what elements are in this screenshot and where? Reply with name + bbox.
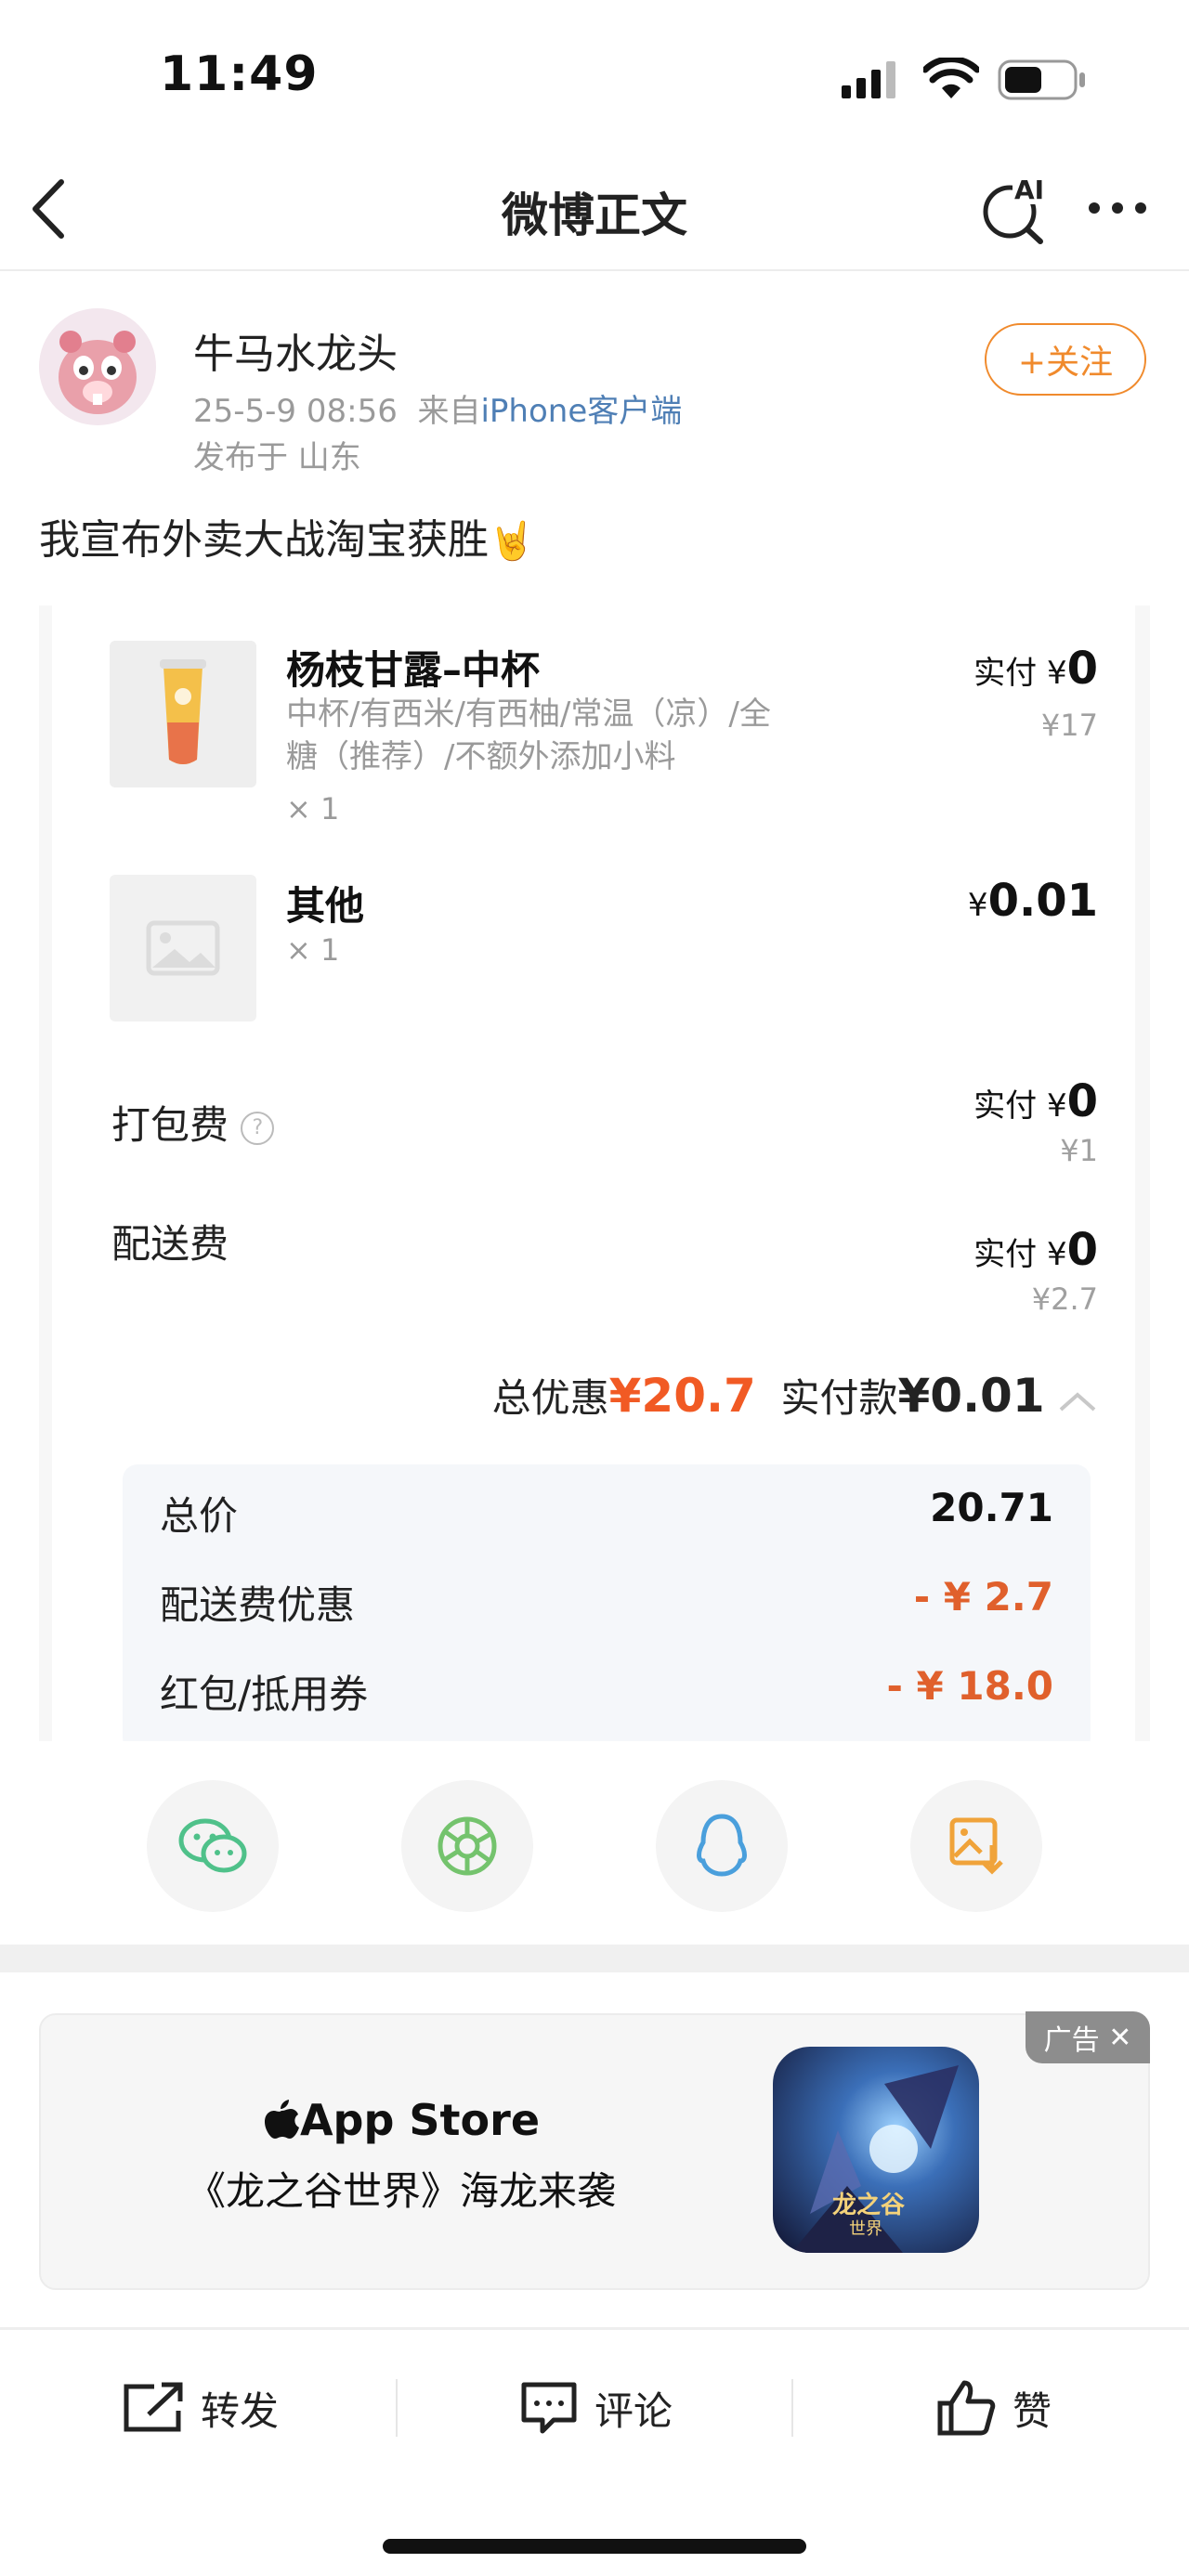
wifi-icon	[921, 56, 981, 102]
mango-drink-thumbnail	[110, 641, 256, 787]
discount-value: ¥20.7	[608, 1369, 756, 1423]
post-source-link[interactable]: iPhone客户端	[480, 393, 682, 430]
paid-total-value: ¥0.01	[897, 1369, 1045, 1423]
packing-fee-label: 打包费 ?	[111, 1094, 275, 1151]
paid-value: 0	[1066, 1075, 1098, 1127]
thumbs-up-icon	[937, 2380, 996, 2436]
item-paid: 实付 ¥0	[973, 643, 1098, 695]
breakdown-value: 20.71	[930, 1485, 1053, 1530]
item-title: 其他	[286, 883, 365, 929]
price-breakdown: 总价 20.71 配送费优惠 - ¥ 2.7 红包/抵用券 - ¥ 18.0	[123, 1464, 1091, 1741]
section-separator	[0, 1945, 1189, 1972]
ai-search-button[interactable]: AI	[979, 173, 1052, 245]
close-icon[interactable]: ✕	[1108, 2022, 1131, 2054]
breakdown-label: 总价	[160, 1493, 239, 1539]
item-qty: × 1	[286, 791, 340, 826]
item-paid: ¥0.01	[968, 875, 1098, 927]
paid-value: 0	[1066, 643, 1098, 695]
ad-headline: 《龙之谷世界》海龙来袭	[186, 2168, 616, 2214]
fee-paid: 实付 ¥0	[973, 1224, 1098, 1276]
ad-brand-text: App Store	[299, 2095, 541, 2145]
moments-icon	[438, 1816, 497, 1876]
paid-total-label: 实付款	[780, 1375, 898, 1421]
ad-brand: App Store	[39, 2095, 764, 2145]
signal-icon	[842, 61, 899, 102]
post-image[interactable]: 杨枝甘露–中杯 中杯/有西米/有西柚/常温（凉）/全 糖（推荐）/不额外添加小料…	[39, 605, 1150, 1741]
rock-hand-emoji: 🤘	[489, 520, 535, 563]
order-summary: 总优惠¥20.7 实付款¥0.01	[492, 1367, 1098, 1424]
ad-card[interactable]	[39, 2013, 1150, 2290]
share-moments-button[interactable]	[401, 1780, 533, 1912]
item-desc-line2: 糖（推荐）/不额外添加小料	[286, 738, 676, 775]
share-wechat-button[interactable]	[147, 1780, 279, 1912]
help-icon[interactable]: ?	[241, 1111, 275, 1145]
paid-value: 0	[1066, 1224, 1098, 1276]
item-title: 杨枝甘露–中杯	[286, 647, 541, 693]
save-image-icon	[949, 1817, 1003, 1875]
breakdown-value: - ¥ 2.7	[913, 1574, 1053, 1620]
ai-label: AI	[1014, 175, 1045, 205]
comment-icon	[521, 2382, 577, 2434]
breakdown-label: 配送费优惠	[160, 1582, 356, 1628]
wechat-icon	[178, 1818, 247, 1873]
follow-button[interactable]: +关注	[985, 323, 1146, 396]
item-qty: × 1	[286, 932, 340, 968]
ad-tag[interactable]: 广告 ✕	[1026, 2011, 1150, 2063]
battery-icon	[998, 59, 1087, 104]
post-location: 发布于 山东	[193, 439, 361, 476]
repost-label: 转发	[201, 2387, 280, 2434]
paid-prefix: 实付 ¥	[973, 655, 1067, 692]
paid-prefix: ¥	[967, 887, 988, 924]
apple-logo-icon	[264, 2100, 299, 2139]
nav-divider	[0, 269, 1189, 271]
fee-paid: 实付 ¥0	[973, 1075, 1098, 1127]
post-date: 25-5-9 08:56	[193, 393, 398, 430]
comment-button[interactable]: 评论	[518, 2379, 673, 2437]
paid-value: 0.01	[987, 875, 1098, 927]
share-qq-button[interactable]	[656, 1780, 788, 1912]
post-body: 我宣布外卖大战淘宝获胜	[39, 516, 489, 564]
more-icon[interactable]	[1087, 201, 1148, 219]
avatar[interactable]	[39, 308, 156, 425]
item-desc-line1: 中杯/有西米/有西柚/常温（凉）/全	[286, 696, 771, 733]
placeholder-image-icon	[110, 875, 256, 1021]
paid-prefix: 实付 ¥	[973, 1087, 1067, 1125]
action-separator	[396, 2379, 398, 2437]
post-text: 我宣布外卖大战淘宝获胜🤘	[39, 506, 535, 566]
breakdown-label: 红包/抵用券	[160, 1672, 369, 1717]
fee-original: ¥2.7	[1031, 1281, 1098, 1317]
repost-button[interactable]: 转发	[121, 2379, 279, 2437]
paid-prefix: 实付 ¥	[973, 1236, 1067, 1273]
source-prefix: 来自	[417, 393, 481, 430]
game-icon-image[interactable]: 龙之谷 世界	[773, 2047, 979, 2253]
like-button[interactable]: 赞	[936, 2379, 1052, 2437]
discount-label: 总优惠	[491, 1375, 609, 1421]
fee-label-text: 打包费	[111, 1102, 229, 1148]
fee-original: ¥1	[1060, 1133, 1098, 1168]
item-original-price: ¥17	[1040, 708, 1098, 743]
action-bar-divider	[0, 2327, 1189, 2330]
qq-icon	[697, 1814, 747, 1877]
comment-label: 评论	[594, 2387, 673, 2434]
ad-label: 广告	[1043, 2024, 1100, 2057]
game-logo-sub: 世界	[849, 2219, 882, 2239]
like-label: 赞	[1013, 2387, 1052, 2434]
author-name[interactable]: 牛马水龙头	[193, 320, 398, 380]
chevron-up-icon[interactable]	[1057, 1389, 1098, 1413]
status-time: 11:49	[160, 46, 319, 102]
delivery-fee-label: 配送费	[111, 1221, 229, 1267]
action-separator	[791, 2379, 793, 2437]
post-meta: 25-5-9 08:56 来自iPhone客户端	[193, 385, 682, 431]
share-box-icon	[124, 2382, 183, 2432]
breakdown-value: - ¥ 18.0	[886, 1663, 1053, 1709]
order-screenshot: 杨枝甘露–中杯 中杯/有西米/有西柚/常温（凉）/全 糖（推荐）/不额外添加小料…	[52, 605, 1135, 1741]
save-image-button[interactable]	[910, 1780, 1042, 1912]
home-indicator[interactable]	[383, 2539, 806, 2554]
